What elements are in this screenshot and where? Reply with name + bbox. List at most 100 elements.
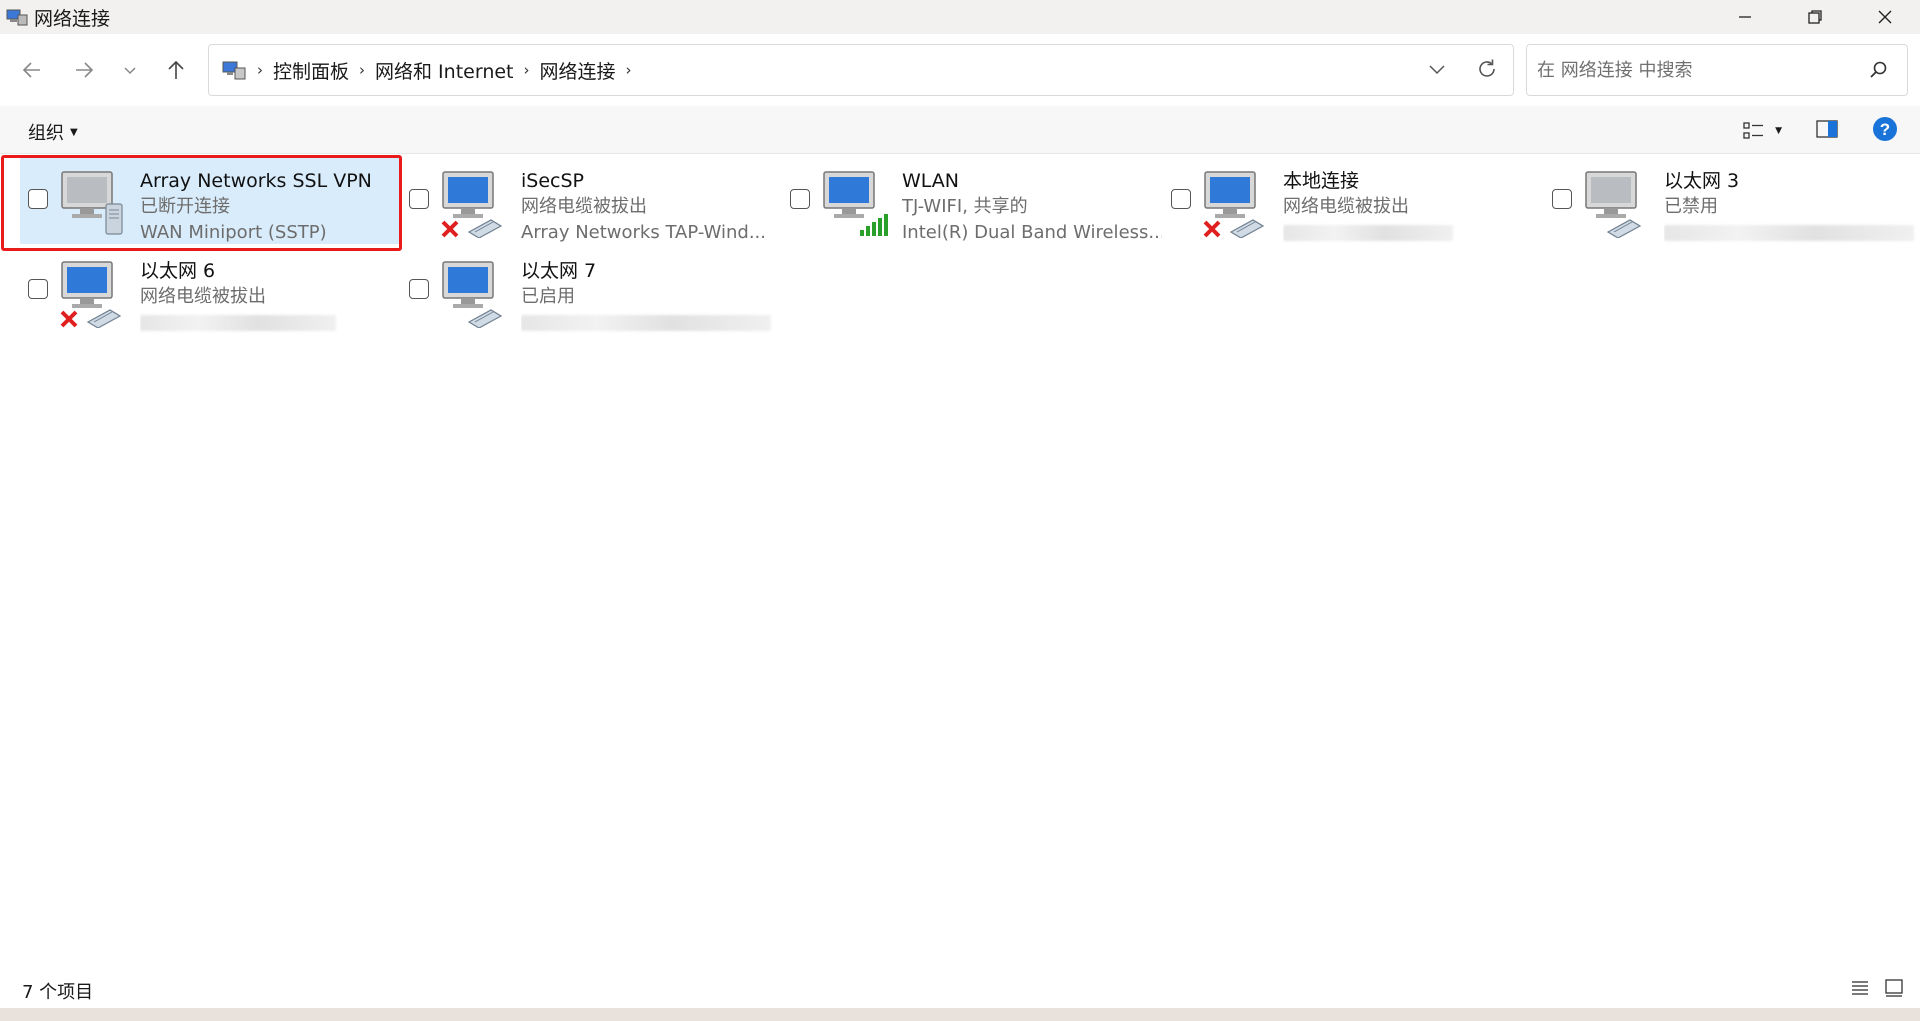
connection-item[interactable]: iSecSP 网络电缆被拔出 Array Networks TAP-Wind..… (401, 156, 781, 244)
item-checkbox[interactable] (28, 279, 48, 299)
forward-button[interactable] (68, 54, 100, 86)
control-panel-icon (222, 61, 246, 80)
item-count: 7 个项目 (22, 982, 94, 1003)
up-button[interactable] (160, 54, 192, 86)
window-title: 网络连接 (34, 7, 111, 30)
back-button[interactable] (16, 54, 48, 86)
change-view-button[interactable]: ▼ (1743, 121, 1782, 141)
connection-item[interactable]: Array Networks SSL VPN 已断开连接 WAN Minipor… (20, 156, 400, 244)
connection-device: Intel(R) Dual Band Wireless... (902, 222, 1162, 243)
arrow-left-icon (22, 62, 40, 78)
wifi-connection-icon (823, 171, 888, 236)
item-checkbox[interactable] (409, 189, 429, 209)
restore-icon (1808, 10, 1822, 24)
connection-device-redacted (521, 310, 781, 336)
title-bar: 网络连接 (0, 0, 1920, 34)
ethernet-disconnected-icon (60, 261, 122, 328)
redacted-text (1283, 225, 1453, 241)
connection-device-redacted (1664, 220, 1920, 246)
redacted-text (1664, 225, 1914, 241)
ethernet-disconnected-icon (441, 171, 503, 238)
breadcrumb-control-panel[interactable]: 控制面板 (273, 57, 349, 84)
item-checkbox[interactable] (409, 279, 429, 299)
caret-down-icon: ▼ (1775, 126, 1782, 136)
organize-label: 组织 (28, 123, 64, 144)
preview-pane-icon (1816, 120, 1838, 138)
connection-status: 网络电缆被拔出 (1283, 196, 1409, 217)
connection-device-redacted (1283, 220, 1543, 246)
connection-item[interactable]: 以太网 6 网络电缆被拔出 (20, 246, 400, 334)
search-box[interactable] (1526, 44, 1908, 96)
svg-text:?: ? (1880, 120, 1890, 139)
redacted-text (140, 315, 336, 331)
item-checkbox[interactable] (1171, 189, 1191, 209)
breadcrumb-separator[interactable]: › (626, 61, 632, 79)
details-view-icon (1852, 981, 1868, 995)
address-history-button[interactable] (1427, 59, 1447, 83)
connection-status: 网络电缆被拔出 (521, 196, 647, 217)
organize-menu-button[interactable]: 组织 ▼ (28, 119, 78, 145)
connection-name: WLAN (902, 170, 960, 192)
command-bar: 组织 ▼ ▼ ? (0, 106, 1920, 154)
vpn-connection-icon (61, 171, 123, 235)
breadcrumb-separator[interactable]: › (359, 61, 365, 79)
connection-name: Array Networks SSL VPN (140, 170, 372, 192)
arrow-up-icon (168, 60, 184, 79)
connection-status: TJ-WIFI, 共享的 (902, 196, 1028, 217)
connection-status: 已断开连接 (140, 196, 230, 217)
breadcrumb-separator[interactable]: › (524, 61, 530, 79)
item-checkbox[interactable] (1552, 189, 1572, 209)
help-icon: ? (1873, 117, 1897, 141)
chevron-down-icon (1429, 65, 1445, 75)
chevron-down-icon (124, 67, 136, 75)
caret-down-icon: ▼ (70, 126, 78, 138)
connection-device: WAN Miniport (SSTP) (140, 222, 327, 243)
address-field[interactable]: › 控制面板 › 网络和 Internet › 网络连接 › (208, 44, 1514, 96)
connection-status: 已禁用 (1664, 196, 1718, 217)
refresh-button[interactable] (1475, 57, 1499, 85)
connection-item[interactable]: 以太网 7 已启用 (401, 246, 781, 334)
connection-name: 本地连接 (1283, 170, 1360, 192)
restore-button[interactable] (1780, 0, 1850, 34)
ethernet-enabled-icon (442, 261, 503, 328)
connection-item[interactable]: 以太网 3 已禁用 (1544, 156, 1920, 244)
search-input[interactable] (1537, 59, 1857, 81)
item-checkbox[interactable] (790, 189, 810, 209)
connection-name: 以太网 7 (521, 260, 597, 282)
redacted-text (521, 315, 771, 331)
view-options-icon (1743, 122, 1764, 139)
taskbar-edge (0, 1008, 1920, 1021)
connection-item[interactable]: WLAN TJ-WIFI, 共享的 Intel(R) Dual Band Wir… (782, 156, 1162, 244)
breadcrumb-network-internet[interactable]: 网络和 Internet (375, 57, 513, 84)
connection-item[interactable]: 本地连接 网络电缆被拔出 (1163, 156, 1543, 244)
details-view-button[interactable] (1850, 978, 1870, 1002)
close-icon (1878, 10, 1892, 24)
close-button[interactable] (1850, 0, 1920, 34)
minimize-button[interactable] (1710, 0, 1780, 34)
recent-locations-button[interactable] (114, 54, 146, 86)
breadcrumb-network-connections[interactable]: 网络连接 (540, 57, 616, 84)
connection-device: Array Networks TAP-Wind... (521, 222, 766, 243)
connection-status: 已启用 (521, 286, 575, 307)
large-icons-view-button[interactable] (1884, 978, 1904, 1002)
help-button[interactable]: ? (1872, 116, 1898, 146)
refresh-icon (1479, 59, 1495, 77)
navigation-bar: › 控制面板 › 网络和 Internet › 网络连接 › (0, 34, 1920, 106)
search-icon (1870, 61, 1887, 78)
connection-status: 网络电缆被拔出 (140, 286, 266, 307)
item-checkbox[interactable] (28, 189, 48, 209)
breadcrumb-separator[interactable]: › (257, 61, 263, 79)
connections-view: Array Networks SSL VPN 已断开连接 WAN Minipor… (0, 154, 1920, 954)
minimize-icon (1739, 16, 1751, 18)
status-bar: 7 个项目 (0, 968, 1920, 1008)
large-icons-view-icon (1885, 979, 1903, 997)
preview-pane-button[interactable] (1816, 119, 1838, 143)
connection-name: 以太网 6 (140, 260, 216, 282)
network-connections-icon (6, 9, 28, 26)
connection-name: 以太网 3 (1664, 170, 1740, 192)
arrow-right-icon (76, 62, 94, 78)
connection-device-redacted (140, 310, 400, 336)
connection-name: iSecSP (521, 170, 584, 192)
ethernet-disconnected-icon (1203, 171, 1265, 238)
ethernet-disabled-icon (1585, 171, 1642, 238)
